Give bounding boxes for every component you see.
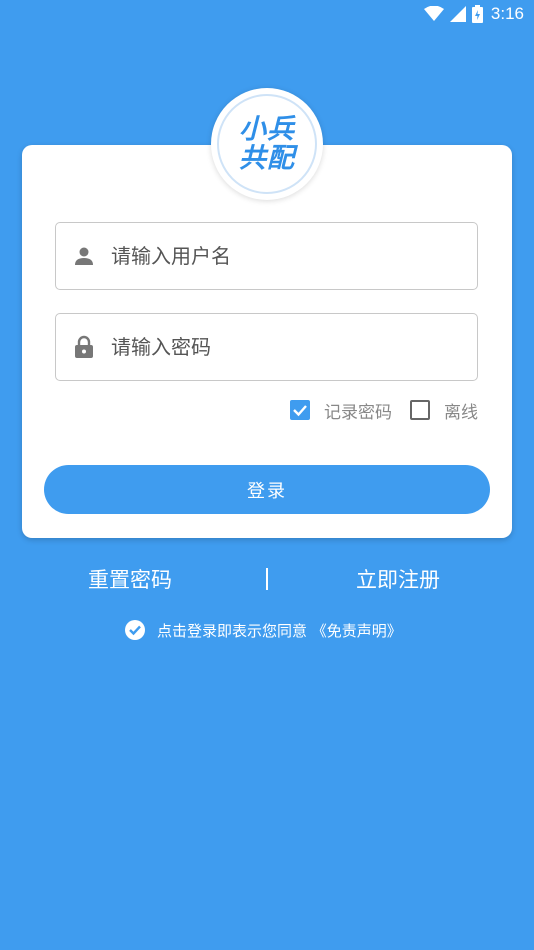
lock-icon	[56, 335, 111, 359]
battery-icon	[471, 5, 483, 23]
remember-password-checkbox[interactable]	[290, 400, 310, 420]
remember-password-label: 记录密码	[324, 402, 392, 423]
disclaimer-link[interactable]: 《免责声明》	[312, 622, 402, 640]
logo-text-line2: 共配	[239, 143, 295, 174]
logo-ring: 小兵 共配	[217, 94, 317, 194]
password-field[interactable]	[55, 313, 478, 381]
user-icon	[56, 246, 111, 266]
link-divider	[266, 568, 268, 590]
offline-option[interactable]: 离线	[410, 398, 478, 423]
agreement-check-icon[interactable]	[125, 620, 145, 640]
reset-password-link[interactable]: 重置密码	[88, 562, 172, 598]
app-logo: 小兵 共配	[211, 88, 323, 200]
footer-links: 重置密码 立即注册	[0, 562, 534, 598]
remember-password-option[interactable]: 记录密码	[290, 398, 392, 423]
status-time: 3:16	[490, 4, 524, 23]
login-options: 记录密码 离线	[290, 397, 478, 423]
register-link[interactable]: 立即注册	[356, 562, 440, 598]
offline-label: 离线	[444, 402, 478, 423]
agreement-row: 点击登录即表示您同意 《免责声明》	[125, 619, 402, 641]
agreement-text: 点击登录即表示您同意	[157, 621, 308, 640]
check-icon	[293, 405, 307, 417]
signal-icon	[449, 6, 466, 22]
password-input[interactable]	[111, 335, 451, 359]
offline-checkbox[interactable]	[410, 400, 430, 420]
username-input[interactable]	[111, 244, 451, 268]
status-bar: 3:16	[0, 0, 534, 28]
logo-text-line1: 小兵	[239, 114, 295, 145]
wifi-icon	[423, 6, 444, 21]
username-field[interactable]	[55, 222, 478, 290]
login-button[interactable]: 登录	[44, 465, 490, 514]
